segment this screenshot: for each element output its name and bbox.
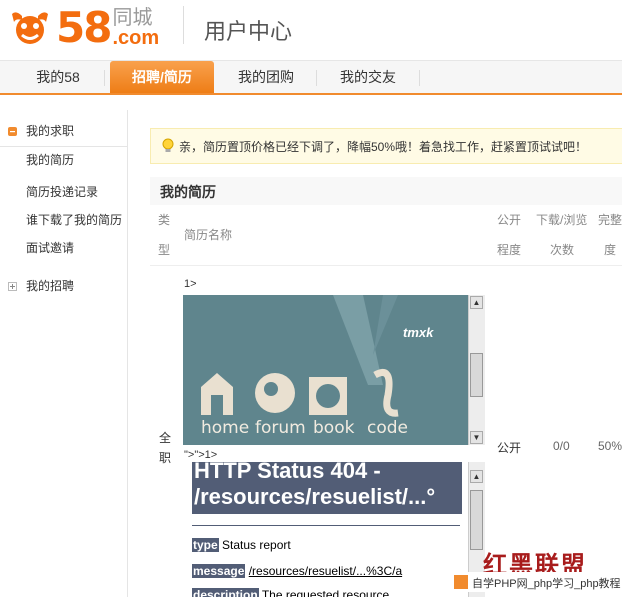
col-type-header: 类 xyxy=(158,213,171,227)
logo-cn-text: 同城 xyxy=(112,7,153,29)
error-heading-line-2: /resources/resuelist/...° xyxy=(194,484,436,509)
sidebar-item-who-downloaded[interactable]: 谁下载了我的简历 xyxy=(0,207,127,233)
logo-58-text: 58 xyxy=(56,3,112,52)
notice-text: 亲，简历置顶价格已经下调了，降幅50%哦！着急找工作，赶紧置顶试试吧！ xyxy=(179,140,588,154)
page-header: 58 同城 .com 用户中心 xyxy=(0,0,622,60)
col-type-header: 型 xyxy=(158,243,171,257)
row-downloads: 0/0 xyxy=(553,439,570,453)
col-public-header: 程度 xyxy=(497,243,522,257)
section-title: 我的简历 xyxy=(160,184,216,200)
table-header-divider xyxy=(150,265,622,266)
error-type-key: type xyxy=(192,538,219,552)
error-heading: HTTP Status 404 - /resources/resuelist/.… xyxy=(192,462,462,514)
error-type-row: type Status report xyxy=(192,538,291,552)
col-name-header: 简历名称 xyxy=(184,228,233,242)
row-public: 公开 xyxy=(497,441,522,455)
tab-divider xyxy=(104,70,105,86)
tab-divider xyxy=(316,70,317,86)
logo-com-text: .com xyxy=(112,27,160,49)
error-description-value: The requested resource xyxy=(261,588,390,597)
col-completeness-header: 完整 xyxy=(598,213,622,227)
col-public-header: 公开 xyxy=(497,213,522,227)
banner-tag: tmxk xyxy=(403,325,434,340)
embedded-banner-image: tmxk home forum book code xyxy=(183,295,468,445)
banner-label-home: home xyxy=(201,418,250,438)
col-completeness-header: 度 xyxy=(604,243,617,257)
sidebar-item-interview-invites[interactable]: 面试邀请 xyxy=(0,235,127,261)
banner-label-forum: forum xyxy=(255,418,306,438)
row-name-prefix: 1> xyxy=(184,278,197,290)
row-completeness: 50% xyxy=(598,439,622,453)
sidebar-group-recruiting[interactable]: 我的招聘 xyxy=(0,273,127,299)
scroll-up-icon[interactable]: ▲ xyxy=(470,296,483,309)
tab-friends[interactable]: 我的交友 xyxy=(326,61,410,93)
error-message-value[interactable]: /resources/resuelist/...%3C/a xyxy=(249,564,402,578)
scroll-up-icon[interactable]: ▲ xyxy=(470,470,483,483)
scroll-thumb[interactable] xyxy=(470,353,483,397)
sidebar-item-label: 简历投递记录 xyxy=(26,185,99,199)
col-downloads-header: 下载/浏览 xyxy=(536,213,588,227)
row-type: 全 xyxy=(159,431,172,445)
error-description-row: description The requested resource xyxy=(192,588,389,597)
promo-notice: 亲，简历置顶价格已经下调了，降幅50%哦！着急找工作，赶紧置顶试试吧！ xyxy=(150,128,622,164)
sidebar-group-label: 我的招聘 xyxy=(26,279,75,293)
tab-my58[interactable]: 我的58 xyxy=(18,61,98,93)
banner-label-book: book xyxy=(313,418,355,438)
error-divider xyxy=(192,525,460,526)
tab-jobs-resume[interactable]: 招聘/简历 xyxy=(110,61,214,93)
watermark-bar: 自学PHP网_php学习_php教程 xyxy=(450,572,622,592)
page-title: 用户中心 xyxy=(204,19,293,44)
watermark-caption: 自学PHP网_php学习_php教程 xyxy=(472,578,621,590)
expand-icon xyxy=(8,282,17,291)
lightbulb-icon xyxy=(162,138,174,152)
embedded-scrollbar[interactable]: ▲ ▼ xyxy=(468,295,485,445)
col-downloads-header: 次数 xyxy=(550,243,575,257)
embedded-error-page: HTTP Status 404 - /resources/resuelist/.… xyxy=(183,462,468,597)
scroll-down-icon[interactable]: ▼ xyxy=(470,431,483,444)
collapse-icon xyxy=(8,127,17,136)
scroll-thumb[interactable] xyxy=(470,490,483,550)
sidebar-group-job-seeking[interactable]: 我的求职 xyxy=(0,118,127,144)
error-message-key: message xyxy=(192,564,246,578)
row-type: 职 xyxy=(159,451,172,465)
error-description-key: description xyxy=(192,588,259,597)
resume-section-header: 我的简历 xyxy=(150,177,622,205)
sidebar-group-label: 我的求职 xyxy=(26,124,75,138)
php-logo-icon xyxy=(454,575,468,589)
logo-face-icon xyxy=(6,8,54,48)
tab-divider xyxy=(419,70,420,86)
error-type-value: Status report xyxy=(222,538,291,552)
sidebar-item-label: 我的简历 xyxy=(26,153,75,167)
sidebar-item-label: 谁下载了我的简历 xyxy=(26,213,123,227)
site-logo[interactable]: 58 同城 .com xyxy=(6,3,160,52)
row-name-fragment: ">">1> xyxy=(184,449,218,461)
sidebar: 我的求职 我的简历 简历投递记录 谁下载了我的简历 面试邀请 我的招聘 xyxy=(0,110,128,597)
banner-label-code: code xyxy=(367,418,408,438)
tab-group-buy[interactable]: 我的团购 xyxy=(224,61,308,93)
sidebar-item-label: 面试邀请 xyxy=(26,241,75,255)
error-message-row: message /resources/resuelist/...%3C/a xyxy=(192,564,402,578)
sidebar-item-my-resume[interactable]: 我的简历 xyxy=(0,147,127,173)
main-tabbar: 我的58 招聘/简历 我的团购 我的交友 xyxy=(0,60,622,95)
header-divider xyxy=(183,6,184,44)
sidebar-item-delivery-records[interactable]: 简历投递记录 xyxy=(0,179,127,205)
error-heading-line-1: HTTP Status 404 - xyxy=(194,462,381,483)
